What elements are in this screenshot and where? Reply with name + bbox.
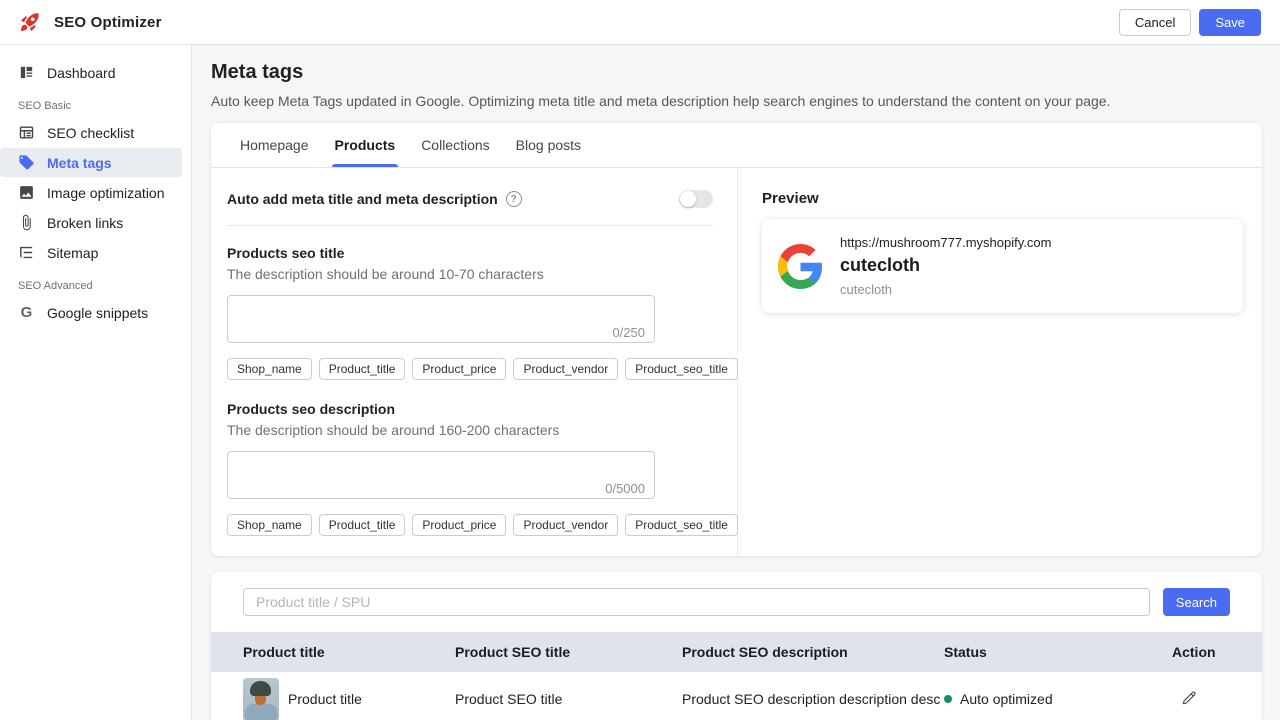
google-preview-card: https://mushroom777.myshopify.com cutecl… (762, 219, 1243, 313)
sidebar-item-dashboard[interactable]: Dashboard (0, 58, 191, 87)
app-name: SEO Optimizer (54, 13, 162, 31)
tab-blog-posts[interactable]: Blog posts (503, 123, 594, 167)
chip-product-vendor[interactable]: Product_vendor (513, 358, 619, 380)
chip-product-seo-title[interactable]: Product_seo_title (625, 514, 738, 536)
seo-description-label: Products seo description (227, 401, 396, 417)
preview-title: cutecloth (840, 255, 921, 275)
products-table-card: Search Product title Product SEO title P… (211, 572, 1262, 720)
sitemap-icon (20, 246, 33, 259)
help-icon[interactable]: ? (505, 191, 522, 207)
product-seo-title-cell: Product SEO title (455, 691, 563, 707)
app-logo: SEO Optimizer (19, 11, 162, 33)
page-title: Meta tags (211, 61, 304, 83)
table-header-row: Product title Product SEO title Product … (211, 632, 1262, 672)
chip-shop-name[interactable]: Shop_name (227, 358, 312, 380)
product-title-cell: Product title (288, 691, 362, 707)
tab-products[interactable]: Products (322, 123, 409, 167)
chip-product-vendor[interactable]: Product_vendor (513, 514, 619, 536)
col-header-seo-description: Product SEO description (682, 644, 848, 660)
sidebar-item-broken-links[interactable]: Broken links (0, 208, 191, 237)
tab-bar: Homepage Products Collections Blog posts (211, 123, 1262, 168)
chip-product-price[interactable]: Product_price (412, 358, 507, 380)
divider (227, 225, 713, 226)
seo-title-input[interactable] (227, 295, 655, 343)
dashboard-icon (20, 66, 33, 79)
status-dot (944, 695, 952, 703)
page-subtitle: Auto keep Meta Tags updated in Google. O… (211, 93, 1111, 109)
search-button[interactable]: Search (1162, 588, 1230, 616)
checklist-icon (19, 126, 34, 139)
sidebar-item-label: Google snippets (47, 304, 149, 321)
col-header-seo-title: Product SEO title (455, 644, 571, 660)
rocket-icon (20, 13, 39, 32)
tag-icon (19, 155, 34, 170)
sidebar-item-label: Broken links (47, 214, 124, 231)
sidebar: Dashboard SEO Basic SEO checklist Meta t… (0, 45, 192, 720)
status-badge: Auto optimized (960, 691, 1053, 707)
sidebar-item-label: Image optimization (47, 184, 165, 201)
seo-description-hint: The description should be around 160-200… (227, 422, 560, 438)
sidebar-section-seo-basic: SEO Basic (18, 100, 72, 112)
product-thumbnail (243, 677, 279, 720)
col-header-product-title: Product title (243, 644, 325, 660)
seo-title-section: Products seo title The description shoul… (227, 245, 738, 380)
main-content: Meta tags Auto keep Meta Tags updated in… (192, 45, 1280, 720)
auto-add-label-wrap: Auto add meta title and meta description… (227, 191, 522, 207)
table-row: Product title Product SEO title Product … (211, 672, 1262, 720)
save-button[interactable]: Save (1199, 8, 1261, 36)
status-cell: Auto optimized (944, 691, 1172, 707)
preview-heading: Preview (762, 190, 819, 207)
sidebar-item-meta-tags[interactable]: Meta tags (0, 148, 182, 177)
sidebar-item-sitemap[interactable]: Sitemap (0, 238, 191, 267)
sidebar-item-label: Sitemap (47, 244, 99, 261)
tab-homepage[interactable]: Homepage (227, 123, 322, 167)
chip-product-price[interactable]: Product_price (412, 514, 507, 536)
sidebar-item-seo-checklist[interactable]: SEO checklist (0, 118, 191, 147)
edit-icon[interactable] (1180, 689, 1198, 707)
preview-description: cutecloth (840, 282, 893, 297)
tab-collections[interactable]: Collections (408, 123, 502, 167)
link-icon (22, 214, 31, 231)
sidebar-item-label: Dashboard (47, 64, 116, 81)
chip-product-title[interactable]: Product_title (318, 514, 406, 536)
top-bar: SEO Optimizer Cancel Save (0, 0, 1280, 45)
sidebar-section-seo-advanced: SEO Advanced (18, 280, 93, 292)
seo-description-section: Products seo description The description… (227, 401, 738, 536)
google-logo-icon (778, 243, 823, 289)
variable-chips: Shop_name Product_title Product_price Pr… (227, 514, 738, 536)
image-icon (20, 186, 33, 199)
chip-shop-name[interactable]: Shop_name (227, 514, 312, 536)
sidebar-item-image-optimization[interactable]: Image optimization (0, 178, 191, 207)
google-g-icon: G (20, 304, 33, 321)
seo-title-label: Products seo title (227, 245, 345, 261)
meta-tags-card: Homepage Products Collections Blog posts… (211, 123, 1262, 556)
preview-panel: Preview https://mushroom777.myshopify.co… (738, 168, 1262, 556)
sidebar-item-label: Meta tags (47, 154, 112, 171)
preview-url: https://mushroom777.myshopify.com (840, 235, 1052, 250)
toggle-knob (680, 191, 696, 207)
product-search-input[interactable] (243, 588, 1150, 616)
cancel-button[interactable]: Cancel (1118, 8, 1192, 36)
seo-description-input[interactable] (227, 451, 655, 499)
seo-title-hint: The description should be around 10-70 c… (227, 266, 544, 282)
product-seo-description-cell: Product SEO description description desc (682, 691, 941, 707)
auto-add-label: Auto add meta title and meta description (227, 191, 498, 207)
col-header-status: Status (944, 644, 987, 660)
variable-chips: Shop_name Product_title Product_price Pr… (227, 358, 738, 380)
sidebar-item-google-snippets[interactable]: G Google snippets (0, 298, 191, 327)
meta-form: Auto add meta title and meta description… (211, 168, 738, 556)
col-header-action: Action (1172, 644, 1216, 660)
chip-product-title[interactable]: Product_title (318, 358, 406, 380)
chip-product-seo-title[interactable]: Product_seo_title (625, 358, 738, 380)
sidebar-item-label: SEO checklist (47, 124, 135, 141)
auto-add-toggle[interactable] (679, 190, 713, 208)
